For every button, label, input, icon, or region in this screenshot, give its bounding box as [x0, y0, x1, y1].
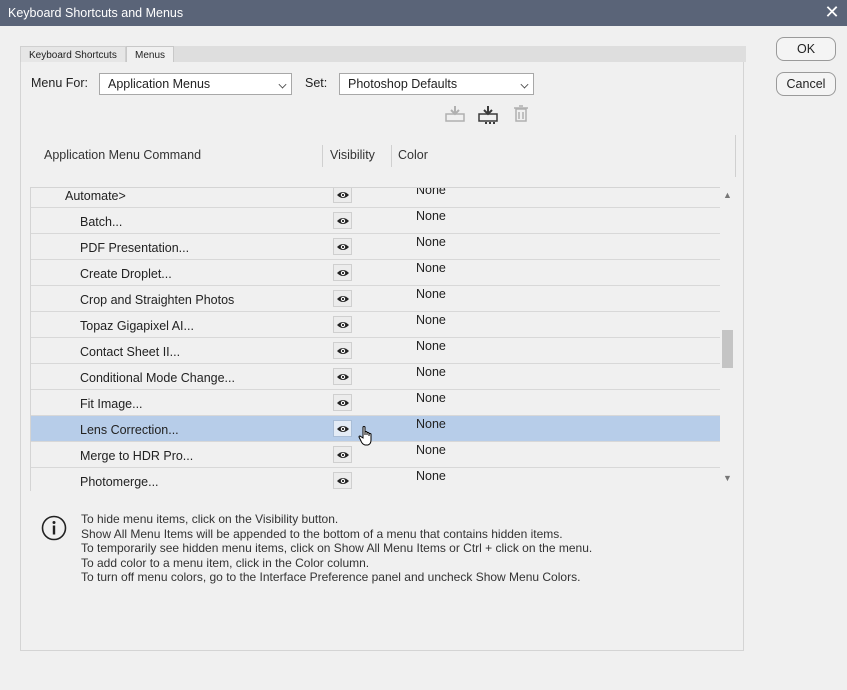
color-value[interactable]: None — [416, 313, 446, 327]
color-value[interactable]: None — [416, 417, 446, 431]
column-divider — [322, 145, 323, 167]
scrollbar-thumb[interactable] — [722, 330, 733, 368]
delete-set-icon[interactable] — [510, 104, 532, 124]
color-value[interactable]: None — [416, 261, 446, 275]
hand-pointer-icon — [358, 425, 376, 447]
command-name: PDF Presentation... — [80, 241, 190, 255]
ok-button[interactable]: OK — [776, 37, 836, 61]
menu-for-label: Menu For: — [31, 76, 88, 90]
list-item[interactable]: PDF Presentation... None — [31, 234, 720, 260]
tab-keyboard-shortcuts[interactable]: Keyboard Shortcuts — [20, 46, 126, 63]
info-text: To hide menu items, click on the Visibil… — [81, 512, 592, 585]
command-name: Conditional Mode Change... — [80, 371, 235, 385]
set-select[interactable]: Photoshop Defaults — [339, 73, 534, 95]
list-item[interactable]: Crop and Straighten Photos None — [31, 286, 720, 312]
visibility-eye-icon[interactable] — [333, 290, 352, 307]
visibility-eye-icon[interactable] — [333, 394, 352, 411]
info-line: To add color to a menu item, click in th… — [81, 555, 370, 570]
info-line: To temporarily see hidden menu items, cl… — [81, 541, 593, 556]
list-item[interactable]: Automate> None — [31, 188, 720, 208]
color-value[interactable]: None — [416, 469, 446, 483]
visibility-eye-icon[interactable] — [333, 342, 352, 359]
list-item[interactable]: Topaz Gigapixel AI... None — [31, 312, 720, 338]
color-value[interactable]: None — [416, 339, 446, 353]
command-name: Batch... — [80, 215, 123, 229]
list-item[interactable]: Contact Sheet II... None — [31, 338, 720, 364]
chevron-down-icon — [278, 80, 287, 89]
save-as-set-icon[interactable] — [477, 104, 499, 124]
visibility-eye-icon[interactable] — [333, 368, 352, 385]
chevron-down-icon — [520, 80, 529, 89]
save-set-icon[interactable] — [444, 104, 466, 124]
window-title: Keyboard Shortcuts and Menus — [8, 6, 184, 20]
color-value[interactable]: None — [416, 443, 446, 457]
info-line: Show All Menu Items will be appended to … — [81, 526, 563, 541]
column-header-command: Application Menu Command — [44, 148, 202, 162]
command-name: Merge to HDR Pro... — [80, 449, 194, 463]
set-label: Set: — [305, 76, 328, 90]
color-value[interactable]: None — [416, 391, 446, 405]
color-value[interactable]: None — [416, 209, 446, 223]
scroll-down-icon[interactable]: ▼ — [720, 473, 735, 487]
visibility-eye-icon[interactable] — [333, 238, 352, 255]
command-name: Photomerge... — [80, 475, 159, 489]
list-item[interactable]: Fit Image... None — [31, 390, 720, 416]
info-line: To turn off menu colors, go to the Inter… — [81, 570, 581, 585]
visibility-eye-icon[interactable] — [333, 316, 352, 333]
menu-for-value: Application Menus — [108, 77, 211, 91]
column-header-color: Color — [398, 148, 428, 162]
command-name: Contact Sheet II... — [80, 345, 181, 359]
command-name: Crop and Straighten Photos — [80, 293, 235, 307]
visibility-eye-icon[interactable] — [333, 212, 352, 229]
list-item[interactable]: Conditional Mode Change... None — [31, 364, 720, 390]
info-line: To hide menu items, click on the Visibil… — [81, 512, 339, 526]
list-item[interactable]: Photomerge... None — [31, 468, 720, 491]
header-divider — [735, 135, 736, 177]
color-value[interactable]: None — [416, 235, 446, 249]
visibility-eye-icon[interactable] — [333, 472, 352, 489]
command-name: Automate> — [65, 189, 126, 203]
command-name: Create Droplet... — [80, 267, 172, 281]
info-icon — [41, 515, 67, 541]
visibility-eye-icon[interactable] — [333, 264, 352, 281]
list-item[interactable]: Create Droplet... None — [31, 260, 720, 286]
visibility-eye-icon[interactable] — [333, 420, 352, 437]
list-scrollbar[interactable]: ▲ ▼ — [720, 187, 735, 491]
tab-menus[interactable]: Menus — [126, 46, 174, 63]
visibility-eye-icon[interactable] — [333, 446, 352, 463]
set-value: Photoshop Defaults — [348, 77, 458, 91]
color-value[interactable]: None — [416, 365, 446, 379]
column-header-visibility: Visibility — [330, 148, 375, 162]
column-divider — [391, 145, 392, 167]
menu-for-select[interactable]: Application Menus — [99, 73, 292, 95]
scroll-up-icon[interactable]: ▲ — [720, 190, 735, 204]
color-value[interactable]: None — [416, 287, 446, 301]
cancel-button[interactable]: Cancel — [776, 72, 836, 96]
command-name: Fit Image... — [80, 397, 143, 411]
list-item[interactable]: Batch... None — [31, 208, 720, 234]
close-icon[interactable]: ✕ — [821, 3, 843, 23]
color-value[interactable]: None — [416, 188, 446, 197]
command-name: Lens Correction... — [80, 423, 179, 437]
visibility-eye-icon[interactable] — [333, 188, 352, 203]
command-name: Topaz Gigapixel AI... — [80, 319, 194, 333]
title-bar: Keyboard Shortcuts and Menus ✕ — [0, 0, 847, 26]
